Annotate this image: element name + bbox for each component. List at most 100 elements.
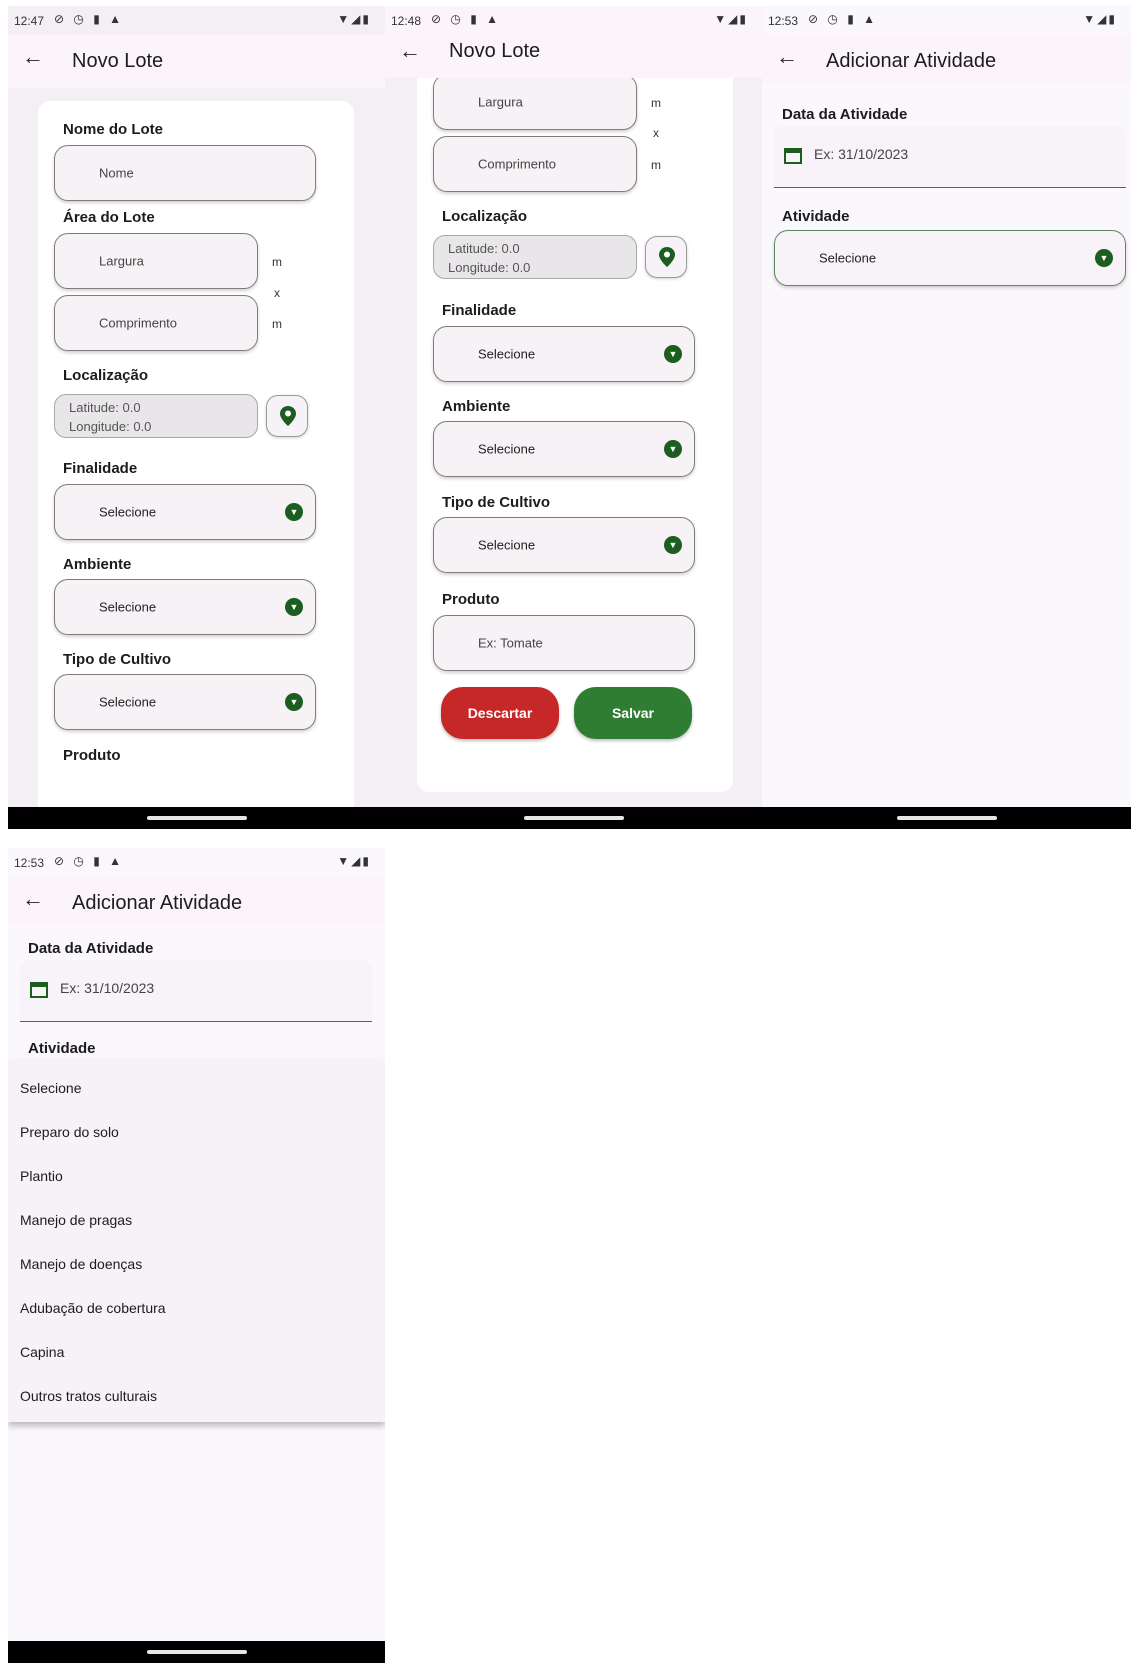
screen-adicionar-atividade: 12:53 ⊘ ◷ ▮ ▲ ▼◢▮ ← Adicionar Atividade … (762, 6, 1131, 829)
back-arrow-icon[interactable]: ← (22, 888, 44, 910)
page-title: Novo Lote (72, 50, 164, 72)
chevron-down-icon: ▼ (664, 440, 682, 458)
cultivo-value: Selecione (99, 694, 157, 710)
cultivo-dropdown[interactable]: Selecione ▼ (433, 517, 695, 573)
status-time: 12:53 (14, 856, 45, 870)
status-bar: 12:53 ⊘ ◷ ▮ ▲ ▼◢▮ (8, 848, 385, 876)
nome-input[interactable]: Nome (54, 145, 316, 201)
largura-placeholder: Largura (478, 94, 523, 110)
discard-button[interactable]: Descartar (441, 687, 559, 739)
finalidade-label: Finalidade (442, 302, 517, 319)
calendar-icon (30, 982, 48, 998)
cultivo-label: Tipo de Cultivo (442, 494, 551, 511)
home-handle[interactable] (523, 816, 624, 820)
cultivo-dropdown[interactable]: Selecione ▼ (54, 674, 316, 730)
menu-item-outros-tratos-culturais[interactable]: Outros tratos culturais (20, 1388, 157, 1404)
finalidade-dropdown[interactable]: Selecione ▼ (54, 484, 316, 540)
unit-m-comprimento: m (272, 317, 282, 331)
atividade-value: Selecione (819, 250, 877, 266)
nome-label: Nome do Lote (63, 121, 163, 138)
date-placeholder: Ex: 31/10/2023 (60, 980, 155, 996)
atividade-menu: Selecione Preparo do solo Plantio Manejo… (8, 1060, 385, 1422)
signal-battery-icon: ▼◢▮ (714, 12, 748, 26)
system-nav-bar (762, 807, 1131, 829)
chevron-down-icon: ▼ (285, 598, 303, 616)
system-nav-bar (385, 807, 762, 829)
date-input[interactable]: Ex: 31/10/2023 (774, 126, 1126, 188)
date-label: Data da Atividade (28, 940, 154, 957)
back-arrow-icon[interactable]: ← (22, 46, 44, 68)
cultivo-label: Tipo de Cultivo (63, 651, 172, 668)
ambiente-label: Ambiente (63, 556, 132, 573)
chevron-down-icon: ▼ (285, 503, 303, 521)
largura-input[interactable]: Largura (433, 74, 637, 130)
status-bar: 12:53 ⊘ ◷ ▮ ▲ ▼◢▮ (762, 6, 1131, 34)
unit-x: x (653, 126, 659, 140)
page-title: Adicionar Atividade (826, 50, 997, 72)
localizacao-label: Localização (442, 208, 528, 225)
status-icons: ⊘ ◷ ▮ ▲ (431, 12, 502, 26)
map-pin-icon (659, 247, 675, 267)
menu-item-plantio[interactable]: Plantio (20, 1168, 63, 1184)
nome-placeholder: Nome (99, 165, 134, 181)
date-input[interactable]: Ex: 31/10/2023 (20, 960, 372, 1022)
form-card: Largura m x Comprimento m Localização La… (417, 6, 733, 792)
produto-input[interactable]: Ex: Tomate (433, 615, 695, 671)
produto-label: Produto (442, 591, 500, 608)
latitude-text: Latitude: 0.0 (448, 241, 520, 256)
status-bar: 12:47 ⊘ ◷ ▮ ▲ ▼◢▮ (8, 6, 385, 34)
comprimento-input[interactable]: Comprimento (54, 295, 258, 351)
produto-placeholder: Ex: Tomate (478, 635, 543, 651)
screen-atividade-menu-open: 12:53 ⊘ ◷ ▮ ▲ ▼◢▮ ← Adicionar Atividade … (8, 848, 385, 1663)
chevron-down-icon: ▼ (664, 536, 682, 554)
app-bar: ← Novo Lote (385, 28, 762, 78)
menu-item-preparo-do-solo[interactable]: Preparo do solo (20, 1124, 119, 1140)
menu-item-manejo-de-pragas[interactable]: Manejo de pragas (20, 1212, 132, 1228)
page-title: Novo Lote (449, 40, 541, 62)
finalidade-label: Finalidade (63, 460, 138, 477)
finalidade-value: Selecione (99, 504, 157, 520)
unit-m-comprimento: m (651, 158, 661, 172)
home-handle[interactable] (146, 816, 247, 820)
longitude-text: Longitude: 0.0 (448, 260, 531, 275)
screen-novo-lote-bottom: Largura m x Comprimento m Localização La… (385, 6, 762, 829)
ambiente-value: Selecione (99, 599, 157, 615)
location-readout: Latitude: 0.0 Longitude: 0.0 (54, 394, 258, 438)
largura-input[interactable]: Largura (54, 233, 258, 289)
area-label: Área do Lote (63, 209, 155, 226)
date-label: Data da Atividade (782, 106, 908, 123)
menu-item-manejo-de-doencas[interactable]: Manejo de doenças (20, 1256, 142, 1272)
signal-battery-icon: ▼◢▮ (337, 12, 371, 26)
back-arrow-icon[interactable]: ← (776, 46, 798, 68)
status-icons: ⊘ ◷ ▮ ▲ (808, 12, 879, 26)
signal-battery-icon: ▼◢▮ (337, 854, 371, 868)
comprimento-placeholder: Comprimento (99, 315, 178, 331)
calendar-icon (784, 148, 802, 164)
menu-item-selecione[interactable]: Selecione (20, 1080, 82, 1096)
ambiente-dropdown[interactable]: Selecione ▼ (433, 421, 695, 477)
finalidade-dropdown[interactable]: Selecione ▼ (433, 326, 695, 382)
home-handle[interactable] (896, 816, 997, 820)
status-time: 12:48 (391, 14, 422, 28)
comprimento-input[interactable]: Comprimento (433, 136, 637, 192)
date-placeholder: Ex: 31/10/2023 (814, 146, 909, 162)
atividade-label: Atividade (782, 208, 850, 225)
menu-item-adubacao-de-cobertura[interactable]: Adubação de cobertura (20, 1300, 166, 1316)
get-location-button[interactable] (266, 395, 308, 437)
app-bar: ← Novo Lote (8, 34, 385, 88)
back-arrow-icon[interactable]: ← (399, 40, 421, 62)
cultivo-value: Selecione (478, 537, 536, 553)
localizacao-label: Localização (63, 367, 149, 384)
menu-item-capina[interactable]: Capina (20, 1344, 64, 1360)
atividade-label: Atividade (28, 1040, 96, 1057)
ambiente-dropdown[interactable]: Selecione ▼ (54, 579, 316, 635)
signal-battery-icon: ▼◢▮ (1083, 12, 1117, 26)
home-handle[interactable] (146, 1650, 247, 1654)
get-location-button[interactable] (645, 236, 687, 278)
save-button[interactable]: Salvar (574, 687, 692, 739)
unit-m-largura: m (651, 96, 661, 110)
atividade-dropdown[interactable]: Selecione ▼ (774, 230, 1126, 286)
produto-label: Produto (63, 747, 121, 764)
status-icons: ⊘ ◷ ▮ ▲ (54, 12, 125, 26)
ambiente-label: Ambiente (442, 398, 511, 415)
